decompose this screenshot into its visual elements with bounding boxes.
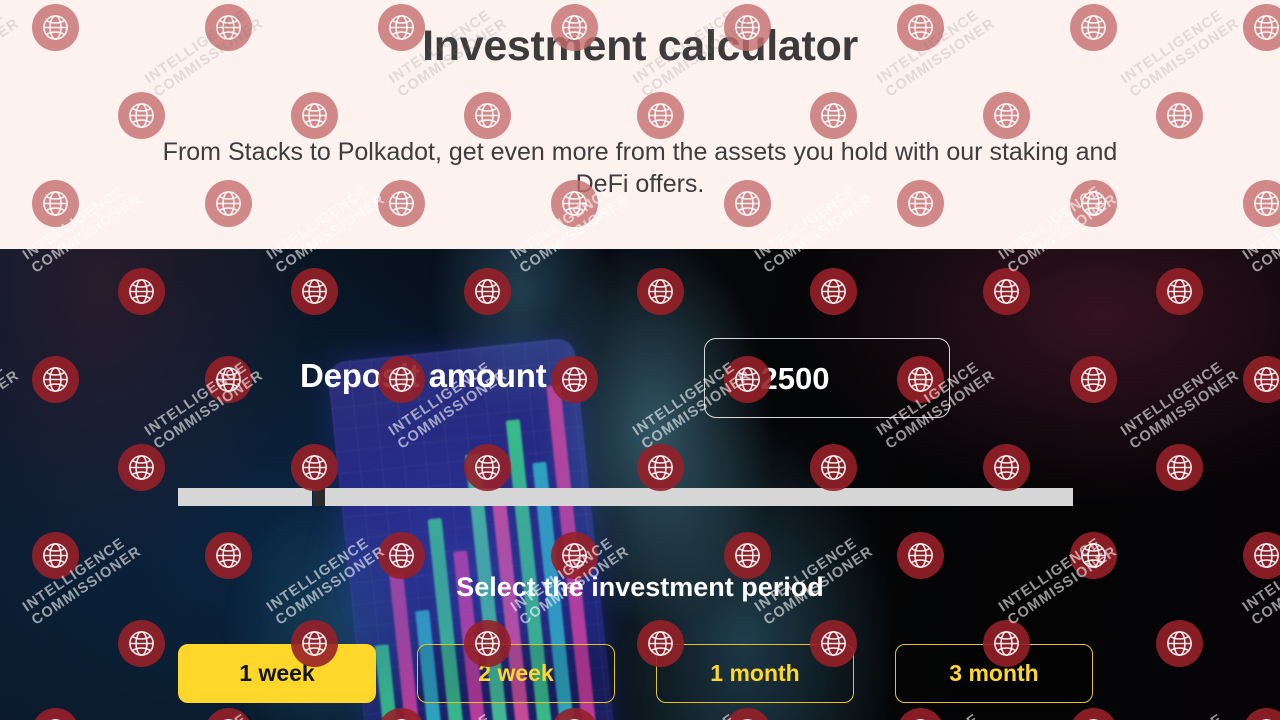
period-option-label: 2 week — [478, 660, 554, 686]
period-option-label: 3 month — [949, 660, 1039, 686]
investment-calculator-page: Investment calculator From Stacks to Pol… — [0, 0, 1280, 720]
period-option-1-month[interactable]: 1 month — [656, 644, 854, 703]
deposit-amount-label: Deposit amount — [300, 357, 547, 394]
period-option-label: 1 month — [710, 660, 800, 686]
period-option-2-week[interactable]: 2 week — [417, 644, 615, 703]
currency-symbol: $ — [912, 362, 929, 395]
investment-period-options: 1 week 2 week 1 month 3 month — [178, 644, 1102, 703]
hero-top-section: Investment calculator From Stacks to Pol… — [0, 0, 1280, 249]
deposit-amount-value[interactable]: 2500 — [705, 339, 885, 419]
period-option-3-month[interactable]: 3 month — [895, 644, 1093, 703]
period-option-label: 1 week — [239, 660, 315, 686]
slider-remaining-track[interactable] — [325, 488, 1073, 506]
deposit-amount-slider[interactable] — [178, 488, 1073, 506]
deposit-amount-input[interactable]: 2500 $ — [704, 338, 950, 418]
slider-filled-track[interactable] — [178, 488, 312, 506]
page-title: Investment calculator — [422, 22, 858, 70]
page-subtitle: From Stacks to Polkadot, get even more f… — [162, 138, 1118, 198]
period-option-1-week[interactable]: 1 week — [178, 644, 376, 703]
slider-thumb[interactable] — [313, 488, 325, 506]
investment-period-label: Select the investment period — [456, 572, 824, 602]
